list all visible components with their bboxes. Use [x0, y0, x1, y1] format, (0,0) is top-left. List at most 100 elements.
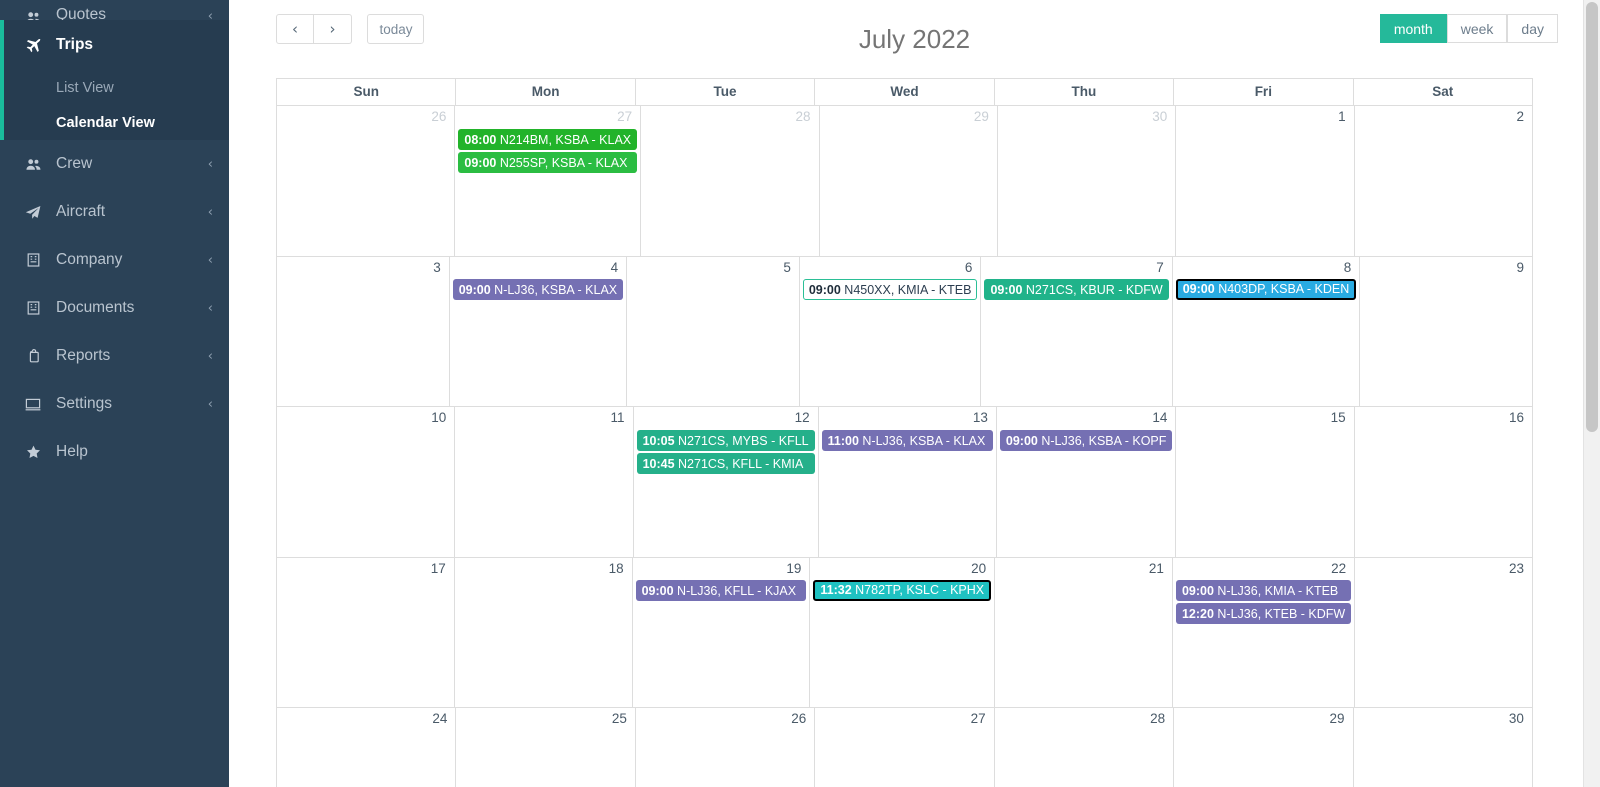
day-number: 30	[1152, 109, 1168, 124]
calendar-day-cell[interactable]: 20 11:32 N782TP, KSLC - KPHX	[810, 557, 996, 707]
calendar-day-cell[interactable]: 24	[277, 708, 457, 787]
sidebar-item-calendar-view[interactable]: Calendar View	[0, 105, 229, 140]
calendar-day-cell[interactable]: 30	[998, 106, 1177, 256]
event-time: 11:00	[827, 433, 859, 448]
calendar-day-cell[interactable]: 6 09:00 N450XX, KMIA - KTEB	[800, 256, 982, 406]
calendar-day-cell[interactable]: 29	[1174, 708, 1354, 787]
day-number: 9	[1516, 259, 1524, 275]
chevron-left-icon: ‹	[207, 204, 213, 220]
day-number: 24	[432, 711, 448, 726]
weekday-header-sat: Sat	[1432, 84, 1454, 99]
calendar-day-cell[interactable]: 17	[277, 557, 455, 707]
calendar-day-cell[interactable]: 10	[277, 407, 456, 557]
scrollbar-thumb[interactable]	[1586, 2, 1598, 432]
sidebar-item-help[interactable]: Help	[0, 428, 229, 476]
calendar-day-cell[interactable]: 11	[455, 407, 634, 557]
calendar-day-cell[interactable]: 23	[1355, 558, 1532, 708]
calendar-event[interactable]: 09:00 N-LJ36, KSBA - KOPF	[999, 429, 1173, 451]
day-number: 10	[431, 410, 447, 425]
calendar-event[interactable]: 09:00 N271CS, KBUR - KDFW	[984, 279, 1169, 301]
calendar-day-cell[interactable]: 12 10:05 N271CS, MYBS - KFLL 10:45 N271CS,…	[634, 407, 819, 557]
calendar-event[interactable]: 09:00 N403DP, KSBA - KDEN	[1175, 279, 1357, 301]
calendar-event[interactable]: 09:00 N255SP, KSBA - KLAX	[458, 151, 638, 173]
vertical-scrollbar[interactable]	[1583, 0, 1600, 787]
day-number: 19	[786, 560, 802, 576]
app-root: Quotes ‹ Trips List View Calendar View C…	[0, 0, 1600, 787]
day-number: 2	[1516, 109, 1525, 124]
calendar-event[interactable]: 09:00 N-LJ36, KSBA - KLAX	[452, 279, 624, 301]
sidebar-item-company[interactable]: Company ‹	[0, 236, 229, 284]
event-time: 09:00	[458, 283, 491, 298]
event-label: N782TP, KSLC - KPHX	[851, 583, 985, 598]
calendar-day-cell[interactable]: 26	[636, 708, 816, 787]
calendar-day-cell[interactable]: 9	[1360, 257, 1532, 407]
calendar-day-cell[interactable]: 3	[277, 256, 450, 406]
event-time: 09:00	[1005, 433, 1038, 448]
calendar-event[interactable]: 09:00 N-LJ36, KMIA - KTEB	[1175, 580, 1352, 602]
view-week-button[interactable]: week	[1446, 14, 1508, 43]
calendar-day-cell[interactable]: 14 09:00 N-LJ36, KSBA - KOPF	[997, 407, 1177, 557]
day-number: 25	[611, 711, 627, 726]
calendar-event[interactable]: 08:00 N214BM, KSBA - KLAX	[458, 128, 638, 150]
weekday-header-fri: Fri	[1174, 79, 1354, 105]
next-month-button[interactable]: ›	[314, 14, 352, 44]
view-month-button[interactable]: month	[1379, 14, 1447, 43]
event-time: 08:00	[464, 132, 497, 147]
calendar-event[interactable]: 10:05 N271CS, MYBS - KFLL	[636, 429, 815, 451]
users-icon	[22, 158, 44, 171]
calendar-day-cell[interactable]: 16	[1355, 407, 1532, 557]
event-label: N403DP, KSBA - KDEN	[1214, 282, 1350, 297]
calendar-day-cell[interactable]: 28	[995, 708, 1175, 787]
calendar-day-cell[interactable]: 22 09:00 N-LJ36, KMIA - KTEB 12:20 N-LJ36,…	[1173, 557, 1356, 707]
sidebar-item-crew[interactable]: Crew ‹	[0, 140, 229, 188]
calendar-day-cell[interactable]: 15	[1176, 407, 1355, 557]
star-icon	[22, 445, 44, 459]
calendar-event[interactable]: 10:45 N271CS, KFLL - KMIA	[636, 452, 815, 474]
calendar-day-cell[interactable]: 25	[456, 708, 636, 787]
sidebar: Quotes ‹ Trips List View Calendar View C…	[0, 0, 229, 787]
calendar-event[interactable]: 09:00 N-LJ36, KFLL - KJAX	[635, 580, 807, 602]
day-number: 22	[1331, 560, 1347, 576]
day-number: 29	[1329, 711, 1345, 726]
prev-month-button[interactable]: ‹	[276, 14, 314, 44]
calendar-day-cell[interactable]: 27 08:00 N214BM, KSBA - KLAX 09:00 N255SP,…	[455, 106, 642, 256]
calendar-day-cell[interactable]: 19 09:00 N-LJ36, KFLL - KJAX	[633, 557, 811, 707]
sidebar-item-documents[interactable]: Documents ‹	[0, 284, 229, 332]
calendar-day-cell[interactable]: 30	[1354, 708, 1532, 787]
calendar-day-cell[interactable]: 26	[277, 106, 456, 256]
sidebar-item-settings[interactable]: Settings ‹	[0, 380, 229, 428]
sidebar-item-label: Company	[56, 251, 123, 268]
event-time: 09:00	[641, 584, 674, 599]
main-content: ‹ › today July 2022 month week day Sun M…	[229, 0, 1600, 787]
calendar-day-cell[interactable]: 29	[820, 106, 998, 256]
calendar-event[interactable]: 12:20 N-LJ36, KTEB - KDFW	[1175, 603, 1352, 625]
calendar-day-cell[interactable]: 21	[995, 557, 1173, 707]
sidebar-group-trips: Trips List View Calendar View	[0, 20, 229, 140]
calendar-event[interactable]: 11:00 N-LJ36, KSBA - KLAX	[821, 429, 993, 451]
calendar-day-cell[interactable]: 4 09:00 N-LJ36, KSBA - KLAX	[450, 256, 628, 406]
sidebar-item-quotes[interactable]: Quotes ‹	[0, 0, 229, 24]
calendar-day-cell[interactable]: 28	[641, 106, 820, 256]
sidebar-item-reports[interactable]: Reports ‹	[0, 332, 229, 380]
day-number: 3	[433, 259, 441, 275]
calendar-day-cell[interactable]: 8 09:00 N403DP, KSBA - KDEN	[1173, 256, 1361, 406]
sidebar-item-trips[interactable]: Trips	[0, 20, 229, 70]
calendar-day-cell[interactable]: 5	[627, 256, 800, 406]
calendar-day-cell[interactable]: 1	[1176, 106, 1355, 256]
calendar-event[interactable]: 09:00 N450XX, KMIA - KTEB	[802, 279, 978, 301]
sidebar-item-aircraft[interactable]: Aircraft ‹	[0, 188, 229, 236]
chevron-left-icon: ‹	[207, 300, 213, 316]
today-button[interactable]: today	[367, 14, 425, 44]
day-number: 26	[791, 711, 807, 726]
calendar-event[interactable]: 11:32 N782TP, KSLC - KPHX	[813, 580, 992, 602]
calendar-day-cell[interactable]: 2	[1355, 106, 1532, 256]
calendar-day-cell[interactable]: 18	[455, 557, 633, 707]
event-label: N-LJ36, KFLL - KJAX	[673, 584, 797, 599]
view-day-button[interactable]: day	[1507, 14, 1558, 43]
sidebar-item-list-view[interactable]: List View	[0, 70, 229, 105]
sidebar-item-label: Reports	[56, 347, 111, 364]
airplane-icon	[22, 38, 44, 53]
calendar-day-cell[interactable]: 7 09:00 N271CS, KBUR - KDFW	[981, 256, 1173, 406]
calendar-day-cell[interactable]: 13 11:00 N-LJ36, KSBA - KLAX	[819, 407, 997, 557]
calendar-day-cell[interactable]: 27	[815, 708, 995, 787]
